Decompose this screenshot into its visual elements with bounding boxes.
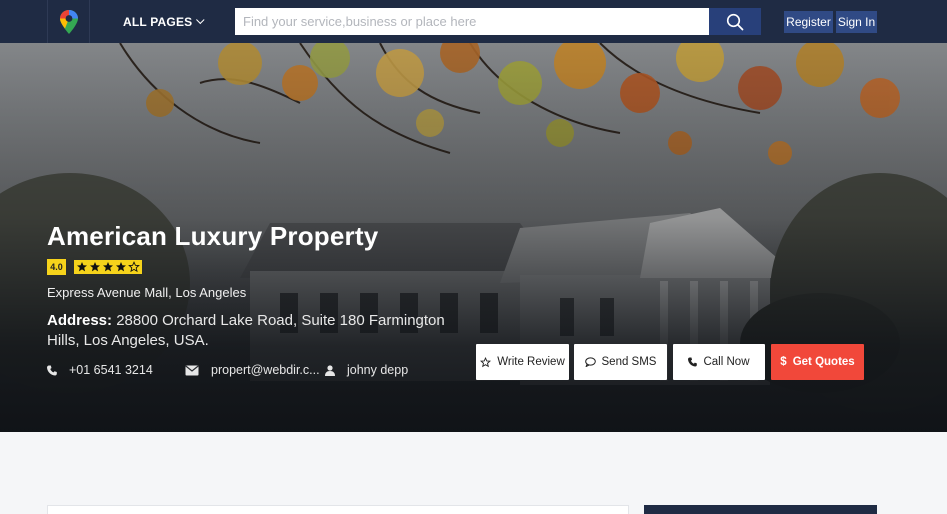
user-icon — [325, 364, 335, 376]
search-button[interactable] — [709, 8, 761, 35]
phone-icon — [688, 357, 698, 367]
top-navbar: ALL PAGES Register Sign In — [0, 0, 947, 43]
phone-icon — [47, 365, 57, 375]
map-pin-logo-icon — [59, 9, 78, 34]
listing-address: Address: 28800 Orchard Lake Road, Suite … — [47, 311, 467, 351]
sign-in-button[interactable]: Sign In — [836, 11, 877, 33]
star-outline-icon — [128, 261, 140, 273]
listing-title: American Luxury Property — [47, 221, 379, 251]
phone-number: +01 6541 3214 — [69, 363, 153, 377]
dollar-icon: $ — [780, 356, 787, 368]
all-pages-dropdown[interactable]: ALL PAGES — [123, 0, 205, 43]
owner-name: johny depp — [347, 363, 409, 377]
send-sms-label: Send SMS — [601, 356, 657, 368]
listing-content-card — [47, 505, 629, 514]
send-sms-button[interactable]: Send SMS — [574, 344, 667, 380]
call-now-button[interactable]: Call Now — [673, 344, 765, 380]
email-address: propert@webdir.c... — [211, 363, 320, 377]
all-pages-label: ALL PAGES — [123, 14, 193, 29]
phone-info[interactable]: +01 6541 3214 — [47, 363, 185, 377]
star-icon — [116, 262, 126, 272]
call-now-label: Call Now — [703, 356, 750, 368]
write-review-label: Write Review — [497, 356, 565, 368]
listing-location: Express Avenue Mall, Los Angeles — [47, 285, 247, 300]
logo[interactable] — [47, 0, 90, 43]
search-input[interactable] — [235, 8, 709, 35]
rating-row: 4.0 — [47, 259, 142, 275]
contact-row: +01 6541 3214 propert@webdir.c... johny … — [47, 363, 408, 377]
get-quotes-button[interactable]: $ Get Quotes — [771, 344, 864, 380]
comment-icon — [584, 357, 596, 367]
star-outline-icon — [480, 356, 492, 367]
chevron-down-icon — [196, 15, 205, 24]
star-rating — [74, 260, 142, 274]
star-icon — [90, 262, 100, 272]
star-icon — [103, 262, 113, 272]
sidebar-card — [644, 505, 877, 514]
email-info[interactable]: propert@webdir.c... — [185, 363, 325, 377]
star-icon — [77, 262, 87, 272]
search-icon — [726, 13, 744, 30]
search-bar — [235, 8, 761, 35]
listing-hero: American Luxury Property 4.0 Express Ave… — [0, 43, 947, 432]
address-label: Address: — [47, 312, 113, 329]
envelope-icon — [185, 365, 199, 375]
write-review-button[interactable]: Write Review — [476, 344, 569, 380]
register-button[interactable]: Register — [784, 11, 833, 33]
rating-score: 4.0 — [47, 259, 66, 275]
get-quotes-label: Get Quotes — [792, 356, 855, 368]
owner-info[interactable]: johny depp — [325, 363, 408, 377]
